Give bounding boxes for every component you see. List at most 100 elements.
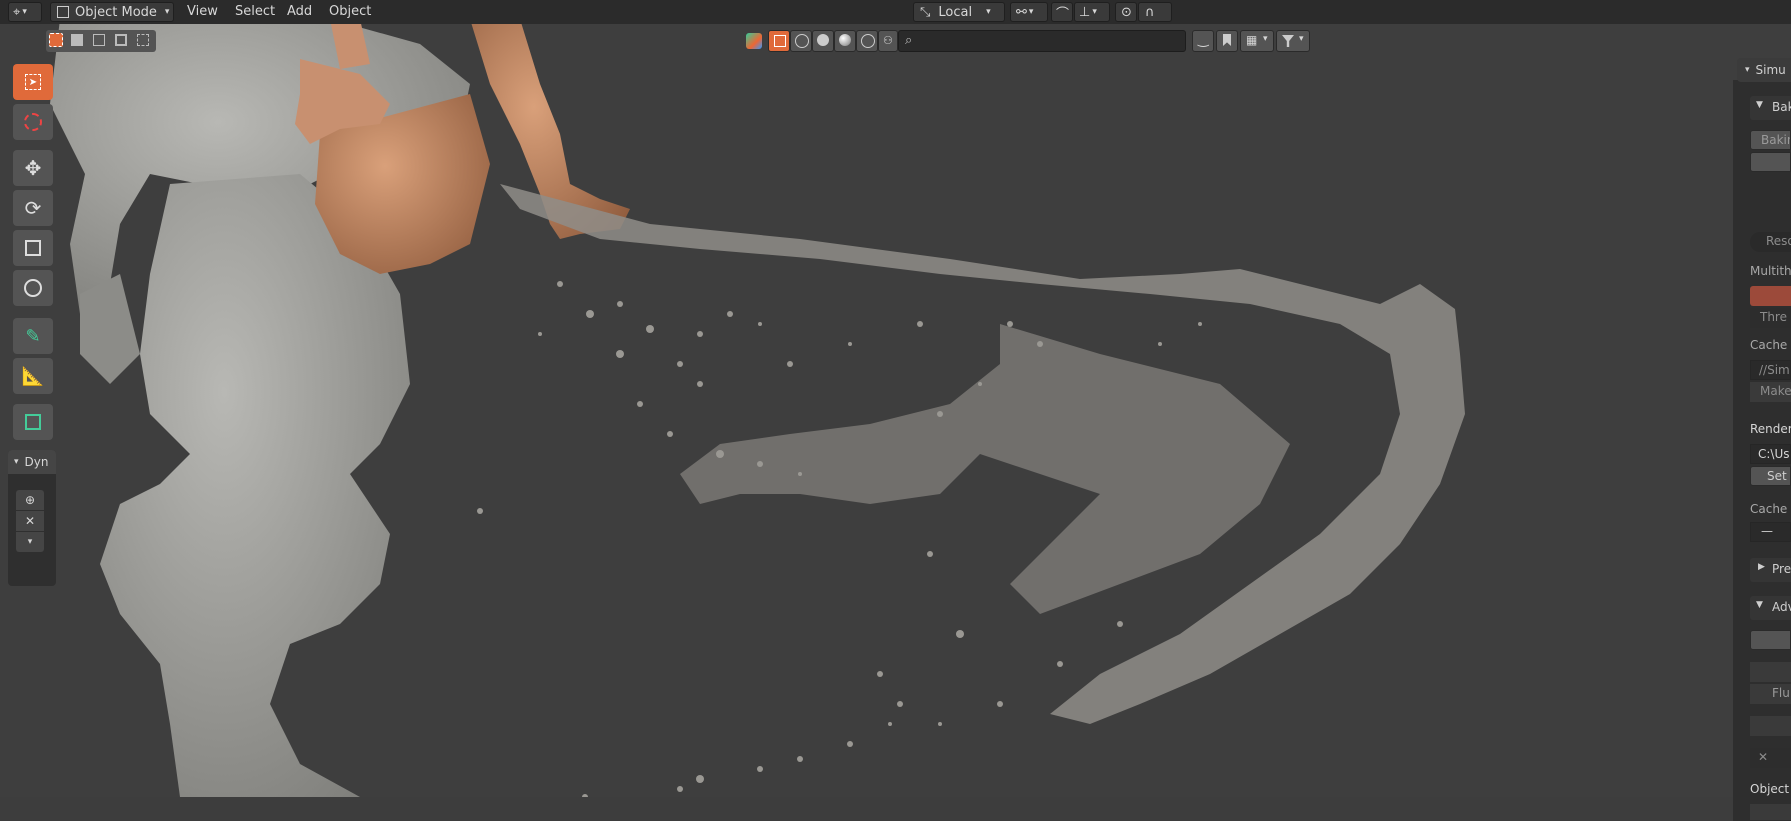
- pivot-button[interactable]: ⚯ ▾: [1010, 2, 1048, 22]
- search-icon: ⌕: [905, 33, 913, 48]
- filter-dropdown-button[interactable]: ▾: [1276, 30, 1310, 52]
- set-button[interactable]: Set: [1750, 466, 1791, 486]
- select-new-icon[interactable]: [49, 33, 63, 47]
- proportional-icon: ⊙: [1121, 4, 1132, 20]
- cache-path-field[interactable]: //Simu: [1750, 360, 1791, 380]
- wireframe-icon: [795, 34, 809, 48]
- layout-dropdown-button[interactable]: ▦ ▾: [1240, 30, 1274, 52]
- visibility-dropdown-button[interactable]: ‿: [1192, 30, 1214, 52]
- tool-measure[interactable]: 📐: [13, 358, 53, 394]
- select-subtract-icon[interactable]: [93, 34, 105, 46]
- advanced-field-3[interactable]: [1750, 716, 1791, 736]
- chevron-down-icon: ▾: [1028, 7, 1034, 17]
- render-path-field[interactable]: C:\Use: [1750, 444, 1791, 464]
- cache-type-dropdown[interactable]: —: [1750, 522, 1791, 542]
- baking-field[interactable]: Bakin: [1750, 130, 1791, 150]
- advanced-field-2[interactable]: [1750, 662, 1791, 682]
- bookmark-button[interactable]: [1216, 30, 1238, 52]
- preview-section-label: Pre: [1772, 562, 1791, 576]
- cache-directory-label: Cache: [1750, 338, 1788, 352]
- resolution-field[interactable]: Reso: [1750, 232, 1791, 252]
- menu-add[interactable]: Add: [287, 3, 312, 21]
- tool-shelf: ➤ ✥ ⟳ ✎ 📐: [6, 62, 56, 462]
- shading-solid-button[interactable]: [812, 30, 834, 52]
- tool-transform[interactable]: [13, 270, 53, 306]
- sidebar-tab-header[interactable]: ▾ Simu: [1737, 58, 1791, 82]
- magnet-icon: ⌒: [1056, 6, 1070, 22]
- preview-section-header[interactable]: ▶ Pre: [1750, 558, 1791, 582]
- viewport-header-center: ⚇ ⌕ ‿ ▦ ▾ ▾: [746, 30, 1346, 54]
- multithread-progress[interactable]: [1750, 286, 1791, 306]
- search-field[interactable]: ⌕: [898, 30, 1186, 52]
- snap-increment-icon: ⊥: [1079, 4, 1091, 20]
- snap-target-button[interactable]: ⊥ ▾: [1074, 2, 1110, 22]
- fluid-label: Flu: [1772, 686, 1790, 700]
- object-field[interactable]: [1750, 804, 1791, 820]
- chevron-down-icon: ▼: [1756, 100, 1763, 110]
- remove-key-button[interactable]: ✕: [16, 511, 44, 531]
- tool-add-cube[interactable]: [13, 404, 53, 440]
- chevron-down-icon: ▾: [1299, 34, 1304, 44]
- tool-scale[interactable]: [13, 230, 53, 266]
- object-label: Object: [1750, 782, 1790, 796]
- snap-toggle[interactable]: ⌒: [1051, 2, 1073, 22]
- fluid-side-blob: [80, 274, 140, 384]
- tool-rotate[interactable]: ⟳: [13, 190, 53, 226]
- tool-select-box[interactable]: ➤: [13, 64, 53, 100]
- more-dropdown-button[interactable]: ▾: [16, 532, 44, 552]
- falloff-curve-icon: ∩: [1145, 4, 1155, 20]
- shading-material-button[interactable]: [834, 30, 856, 52]
- sidebar-tab-label: Simu: [1755, 63, 1786, 77]
- chevron-down-icon: ▾: [986, 7, 991, 17]
- menu-select[interactable]: Select: [235, 3, 275, 21]
- falloff-button[interactable]: ∩: [1138, 2, 1172, 22]
- shading-rendered-button[interactable]: [856, 30, 878, 52]
- bake-button[interactable]: [1750, 152, 1791, 172]
- viewport-scene: [50, 24, 1465, 797]
- chevron-down-icon: ▾: [164, 7, 170, 17]
- chevron-down-icon: ▾: [1263, 34, 1268, 44]
- search-input[interactable]: [921, 33, 1181, 49]
- eye-curve-icon: ‿: [1198, 33, 1209, 48]
- viewport-icon: ⌖: [13, 4, 21, 20]
- clear-field[interactable]: ✕: [1750, 748, 1791, 768]
- close-icon: ✕: [1758, 750, 1769, 764]
- select-intersect-icon[interactable]: [137, 34, 149, 46]
- tool-cursor[interactable]: [13, 104, 53, 140]
- threads-field[interactable]: Thre: [1750, 308, 1791, 328]
- select-extend-icon[interactable]: [71, 34, 83, 46]
- advanced-section-header[interactable]: ▼ Adv: [1750, 596, 1791, 620]
- dynamic-panel-header[interactable]: ▾ Dyn: [8, 450, 56, 474]
- select-invert-icon[interactable]: [115, 34, 127, 46]
- object-mode-icon: [57, 6, 69, 18]
- add-key-button[interactable]: ⊕: [16, 490, 44, 510]
- orientation-dropdown[interactable]: ⤡ Local ▾: [913, 2, 1005, 22]
- chevron-down-icon: ▾: [14, 457, 19, 467]
- select-mode-object-button[interactable]: [768, 30, 790, 52]
- select-frame-icon: [774, 35, 786, 47]
- chevron-down-icon: ▼: [1756, 600, 1763, 610]
- tool-move[interactable]: ✥: [13, 150, 53, 186]
- solid-shading-icon: [817, 34, 829, 46]
- menu-object[interactable]: Object: [329, 3, 371, 21]
- tool-annotate[interactable]: ✎: [13, 318, 53, 354]
- bake-section-header[interactable]: ▼ Bak: [1750, 96, 1791, 120]
- transform-icon: [24, 279, 42, 297]
- shading-wireframe-button[interactable]: [790, 30, 812, 52]
- mode-dropdown[interactable]: Object Mode ▾: [50, 2, 174, 22]
- make-button[interactable]: Make: [1750, 382, 1791, 402]
- proportional-edit-toggle[interactable]: ⊙: [1115, 2, 1137, 22]
- fluid-field[interactable]: Flu: [1750, 684, 1791, 704]
- 3d-cursor-icon: [24, 113, 42, 131]
- rotate-icon: ⟳: [24, 196, 42, 220]
- 3d-viewport[interactable]: ⚇ ⌕ ‿ ▦ ▾ ▾ ➤ ✥ ⟳ ✎ 📐 ▾ Dyn ⊕ ✕ ▾ ▾ Simu…: [0, 24, 1791, 821]
- overlay-dropdown-button[interactable]: ⚇: [878, 30, 898, 52]
- make-label: Make: [1760, 384, 1791, 398]
- editor-type-button[interactable]: ⌖ ▾: [8, 2, 42, 22]
- bake-section-label: Bak: [1772, 100, 1791, 114]
- multithread-label: Multith: [1750, 264, 1791, 278]
- render-label: Render: [1750, 422, 1791, 436]
- menu-view[interactable]: View: [187, 3, 218, 21]
- advanced-field-1[interactable]: [1750, 630, 1791, 650]
- gizmo-visibility-icon[interactable]: [746, 33, 762, 49]
